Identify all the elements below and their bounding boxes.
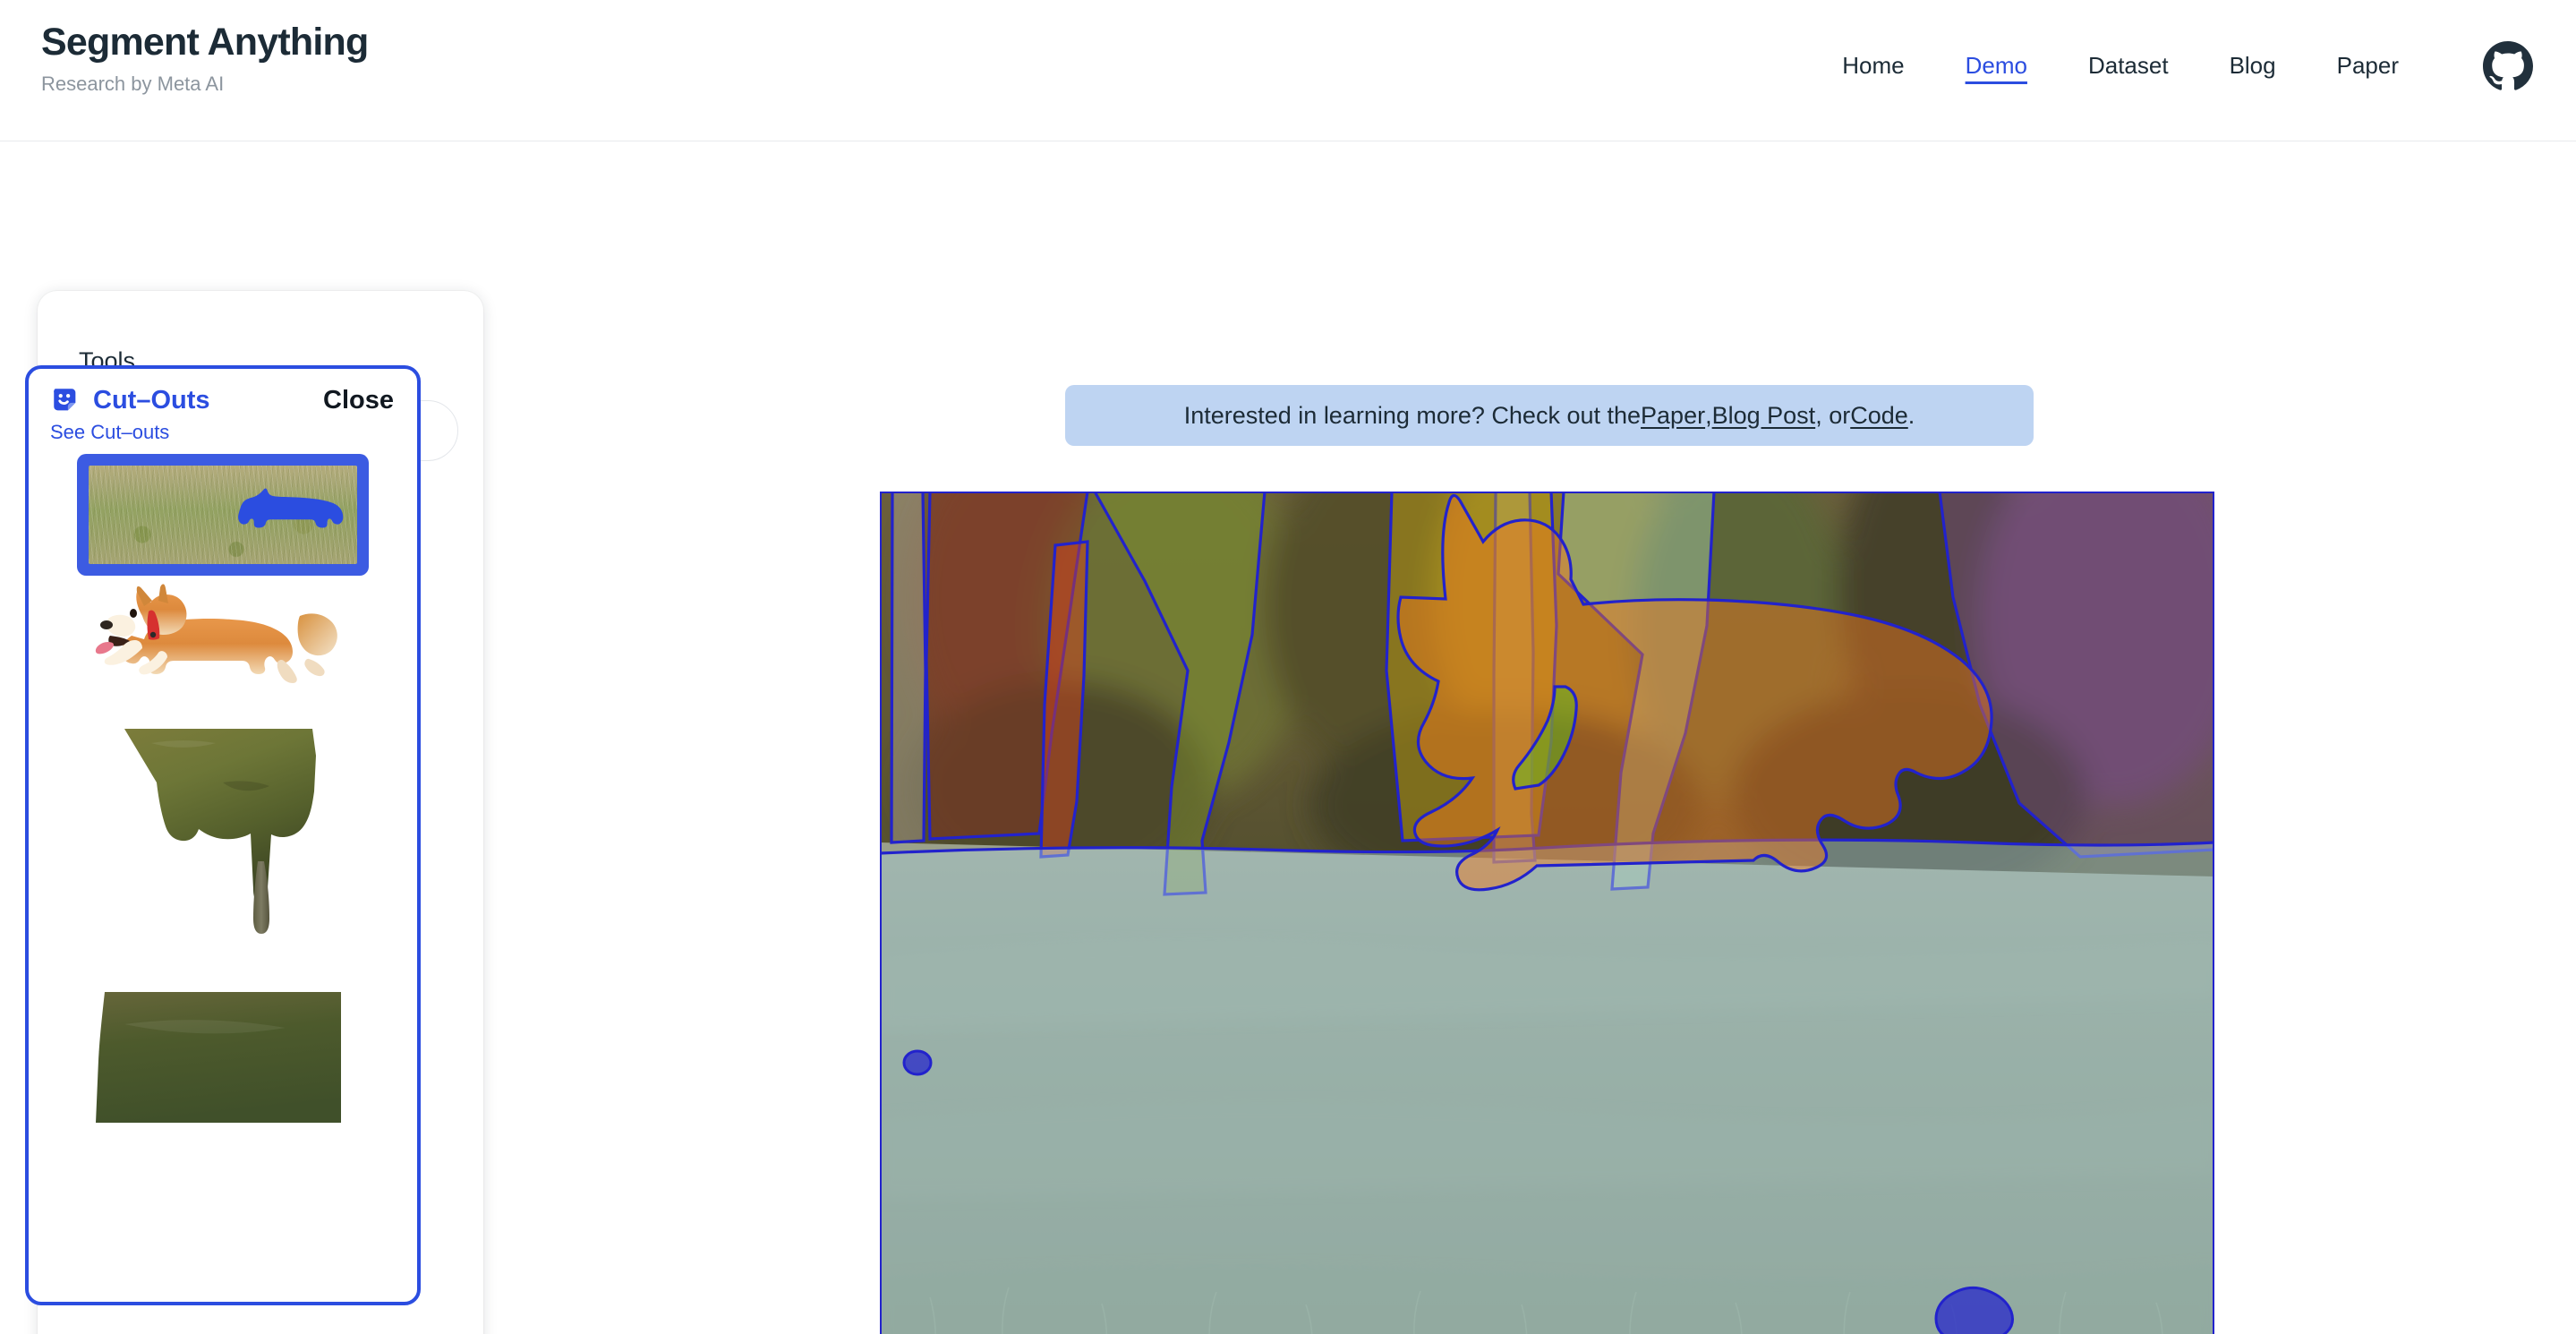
cutout-thumbnail-grass-with-dog-hole[interactable] bbox=[29, 466, 417, 564]
blog-post-link[interactable]: Blog Post bbox=[1712, 402, 1816, 430]
blue-blob-small-mask bbox=[902, 1049, 933, 1076]
info-banner-prefix: Interested in learning more? Check out t… bbox=[1183, 401, 1642, 429]
paper-link[interactable]: Paper bbox=[1641, 402, 1705, 430]
nav-link-home[interactable]: Home bbox=[1812, 51, 1934, 81]
github-icon[interactable] bbox=[2483, 41, 2533, 91]
page-subtitle: Research by Meta AI bbox=[41, 73, 225, 95]
nav-link-dataset[interactable]: Dataset bbox=[2058, 51, 2199, 81]
main-navigation: Home Demo Dataset Blog Paper bbox=[1812, 41, 2533, 91]
grey-post-mask bbox=[890, 492, 927, 844]
thumbnail-image bbox=[89, 466, 357, 564]
site-header: Segment Anything Research by Meta AI Hom… bbox=[0, 0, 2576, 141]
page-stage: Tools Upload bbox=[0, 141, 2576, 1334]
cutout-thumbnail-foliage-tree[interactable] bbox=[29, 729, 417, 969]
cutouts-panel: Cut–Outs Close See Cut–outs bbox=[25, 365, 421, 1305]
cutout-thumbnail-foliage-strip[interactable] bbox=[29, 988, 417, 1123]
segmented-image-canvas[interactable] bbox=[880, 492, 2214, 1334]
thumbnail-image bbox=[89, 584, 357, 709]
pale-blue-grass-mask bbox=[880, 838, 2214, 1334]
brand: Segment Anything Research by Meta AI bbox=[41, 21, 369, 95]
cutouts-thumbnail-list bbox=[29, 466, 417, 1160]
cutout-thumbnail-corgi-dog[interactable] bbox=[29, 584, 417, 709]
corgi-cutout-graphic bbox=[95, 584, 337, 683]
thumbnail-image bbox=[89, 729, 357, 969]
nav-link-blog[interactable]: Blog bbox=[2199, 51, 2307, 81]
info-banner-sep2: , or bbox=[1815, 401, 1851, 429]
info-banner: Interested in learning more? Check out t… bbox=[1065, 385, 2034, 446]
cutouts-header: Cut–Outs Close bbox=[29, 369, 417, 415]
info-banner-suffix: . bbox=[1907, 401, 1915, 429]
nav-link-demo[interactable]: Demo bbox=[1935, 51, 2058, 81]
foliage-strip-graphic bbox=[96, 992, 341, 1123]
code-link[interactable]: Code bbox=[1850, 402, 1908, 430]
see-cutouts-link[interactable]: See Cut–outs bbox=[50, 421, 417, 444]
nav-link-paper[interactable]: Paper bbox=[2307, 51, 2429, 81]
dog-shaped-hole bbox=[238, 488, 344, 528]
segmentation-overlay bbox=[880, 492, 2214, 1334]
thumbnail-image bbox=[89, 988, 357, 1123]
info-banner-sep1: , bbox=[1705, 401, 1712, 429]
sticker-face-icon bbox=[54, 389, 76, 411]
close-button[interactable]: Close bbox=[323, 386, 394, 415]
foliage-cutout-graphic bbox=[124, 729, 316, 934]
page-title: Segment Anything bbox=[41, 21, 369, 64]
cutouts-title[interactable]: Cut–Outs bbox=[93, 386, 210, 415]
